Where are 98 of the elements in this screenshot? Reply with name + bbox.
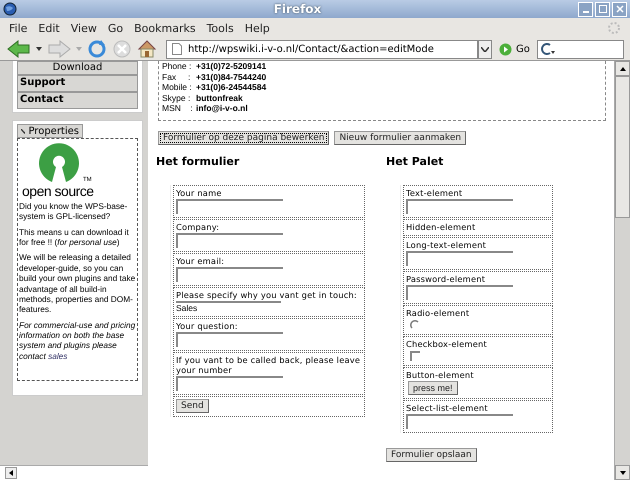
scroll-left-button[interactable] [5, 467, 17, 479]
send-button[interactable]: Send [176, 398, 209, 412]
address-bar[interactable]: http://wpswiki.i-v-o.nl/Contact/&action=editMode [166, 40, 478, 58]
url-text: http://wpswiki.i-v-o.nl/Contact/&action=editMode [188, 44, 434, 54]
reload-icon[interactable] [87, 39, 107, 59]
input-field[interactable] [406, 198, 513, 214]
palette-heading: Het Palet [386, 154, 444, 168]
input-field[interactable] [406, 284, 513, 300]
window-title: Firefox [272, 2, 322, 16]
back-icon[interactable] [7, 40, 31, 58]
maximize-icon [598, 5, 606, 13]
input-field[interactable] [406, 250, 513, 266]
input-field[interactable] [176, 376, 283, 390]
element-label: Long-text-element [406, 240, 486, 250]
press-me-button[interactable]: press me! [408, 380, 458, 394]
menu-item[interactable]: Tools [206, 22, 234, 34]
palette-element[interactable]: Long-text-element [403, 236, 553, 270]
close-button[interactable] [612, 2, 627, 16]
forward-icon[interactable] [47, 40, 71, 58]
contact-value: +31(0)6-24544584 [196, 82, 266, 92]
checkbox[interactable] [410, 350, 420, 360]
sidebar-paragraph: We will be releasing a detailed developer-guide, so you can build your own plugins and take advantage of all build-in methods, properties and DOM-features. [19, 252, 136, 315]
scroll-up-button[interactable] [615, 61, 630, 76]
arrow-down-icon [620, 470, 626, 474]
element-label: Text-element [406, 188, 462, 198]
nav-item[interactable]: Support [17, 75, 138, 92]
element-label: Button-element [406, 370, 474, 380]
arrow-up-icon [620, 66, 626, 70]
contact-label: Fax : [162, 72, 192, 82]
input-field[interactable] [176, 332, 283, 346]
sidebar-paragraph: This means u can download it for free !! (for personal use) [19, 226, 130, 248]
nav-item[interactable]: Download [17, 61, 138, 75]
menu-item[interactable]: Help [244, 22, 270, 34]
logo-text: open source [22, 183, 95, 199]
throbber-icon [607, 21, 621, 35]
caret-icon [481, 46, 489, 52]
form-heading: Het formulier [156, 154, 240, 168]
field-value: Sales [176, 300, 281, 312]
contact-value: +31(0)84-7544240 [196, 72, 266, 82]
menu-item[interactable]: Bookmarks [134, 22, 196, 34]
contact-label: Mobile : [162, 82, 193, 92]
stop-icon[interactable] [112, 39, 132, 59]
contact-label: Phone : [162, 61, 192, 72]
input-field[interactable] [406, 414, 513, 428]
scrollbar-thumb[interactable] [615, 76, 630, 218]
contact-label: Skype : [162, 92, 192, 103]
dropdown-arrow-icon[interactable] [36, 47, 42, 51]
action-button[interactable]: Nieuw formulier aanmaken [334, 130, 466, 144]
input-field[interactable] [176, 232, 283, 248]
globe-icon [3, 2, 17, 16]
palette-element[interactable]: Button-element press me! [403, 366, 553, 398]
play-icon [499, 42, 512, 56]
field-label: Your name [176, 188, 222, 198]
url-dropdown-button[interactable] [478, 40, 492, 58]
element-label: Checkbox-element [406, 338, 487, 348]
menu-item[interactable]: View [70, 22, 97, 34]
element-label: Hidden-element [406, 222, 476, 232]
page-icon [172, 43, 182, 55]
scroll-down-button[interactable] [615, 465, 630, 480]
field-label: Your email: [176, 256, 224, 266]
contact-value: info@i-v-o.nl [196, 103, 248, 114]
go-button[interactable]: Go [497, 42, 532, 56]
element-label: Select-list-element [406, 402, 488, 412]
element-label: Radio-element [406, 308, 470, 318]
field-label: Your question: [176, 320, 238, 330]
palette-element[interactable]: Select-list-element [403, 400, 553, 432]
properties-tab[interactable]: Properties [17, 124, 83, 138]
input-field[interactable] [176, 198, 283, 214]
minimize-button[interactable] [578, 2, 593, 16]
search-field[interactable] [536, 40, 624, 58]
contact-label: MSN : [162, 103, 194, 114]
home-icon[interactable] [137, 39, 157, 59]
menu-item[interactable]: File [9, 22, 28, 34]
maximize-button[interactable] [595, 2, 610, 16]
palette-element[interactable]: Radio-element [403, 304, 553, 334]
field-label: If you vant to be called back, please leave your number [176, 354, 362, 374]
palette-element[interactable]: Text-element [403, 184, 553, 218]
save-form-button[interactable]: Formulier opslaan [386, 448, 477, 462]
palette-element[interactable]: Checkbox-element [403, 336, 553, 366]
contact-value: +31(0)72-5209141 [196, 61, 266, 72]
element-label: Password-element [406, 274, 486, 284]
field-label: Please specify why you vant get in touch: [176, 290, 357, 300]
action-button[interactable]: Formulier op deze pagina bewerken [158, 130, 330, 144]
sidebar-paragraph: Did you know the WPS-base-system is GPL-licensed? [19, 201, 128, 222]
contact-value: buttonfreak [196, 92, 243, 103]
sales-link[interactable]: sales [48, 350, 68, 361]
palette-element[interactable]: Hidden-element [403, 218, 553, 236]
menu-item[interactable]: Edit [38, 22, 60, 34]
menu-item[interactable]: Go [108, 22, 124, 34]
palette-element[interactable]: Password-element [403, 270, 553, 304]
arrow-left-icon [9, 470, 13, 476]
nav-item[interactable]: Contact [17, 92, 138, 109]
close-icon [616, 5, 624, 13]
search-engine-icon[interactable] [540, 42, 556, 56]
field-label: Company: [176, 222, 220, 232]
radio-button[interactable] [410, 320, 420, 330]
input-field[interactable] [176, 266, 283, 282]
sidebar-paragraph: For commercial-use and pricing information on both the base system and plugins please contact sales [19, 320, 136, 362]
